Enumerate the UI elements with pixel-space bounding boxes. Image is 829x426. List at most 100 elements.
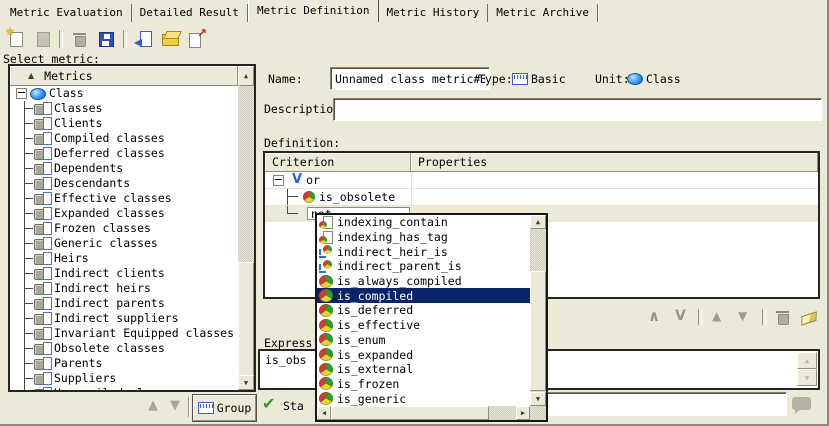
tree-item[interactable]: Indirect parents — [10, 296, 238, 311]
tree-item[interactable]: Obsolete classes — [10, 341, 238, 356]
tree-item[interactable]: Dependents — [10, 161, 238, 176]
dropdown-vertical-scrollbar[interactable]: ▲ ▼ — [530, 215, 546, 406]
dropdown-scrollbar-down-button[interactable]: ▼ — [530, 392, 546, 406]
import-metrics-button[interactable] — [132, 28, 156, 50]
or-criterion-button[interactable] — [670, 306, 692, 328]
dropdown-scrollbar-up-button[interactable]: ▲ — [530, 215, 546, 229]
duplicate-metric-button[interactable] — [30, 28, 54, 50]
tab-metric-history[interactable]: Metric History — [379, 4, 489, 22]
tree-scrollbar-down-button[interactable]: ▼ — [238, 375, 254, 390]
scroll-up-button[interactable]: ▲ — [797, 352, 817, 369]
status-ok-check-icon: ✔ — [262, 394, 275, 413]
tree-item-label: Frozen classes — [54, 221, 151, 236]
tree-item-label: Heirs — [54, 251, 89, 266]
toolbar-separator[interactable] — [59, 30, 63, 48]
tree-item[interactable]: Heirs — [10, 251, 238, 266]
criterion-column-header[interactable]: Criterion — [265, 153, 411, 172]
tree-item[interactable]: Descendants — [10, 176, 238, 191]
tree-item[interactable]: Compiled classes — [10, 131, 238, 146]
tree-item-label: Classes — [54, 101, 102, 116]
and-criterion-button[interactable] — [644, 306, 666, 328]
tab-metric-evaluation[interactable]: Metric Evaluation — [2, 4, 132, 22]
tree-item-label: Expanded classes — [54, 206, 165, 221]
tree-branch-line — [18, 266, 34, 281]
collapse-expander-icon[interactable] — [16, 88, 27, 99]
tree-item[interactable]: Classes — [10, 101, 238, 116]
criterion-option[interactable]: is_external — [317, 362, 530, 377]
tree-item[interactable]: Parents — [10, 356, 238, 371]
criterion-option[interactable]: is_always_compiled — [317, 274, 530, 289]
tree-item[interactable]: Invariant Equipped classes — [10, 326, 238, 341]
criterion-option[interactable]: is_compiled — [317, 288, 530, 303]
scroll-down-button[interactable]: ▼ — [797, 369, 817, 386]
erase-definition-button[interactable] — [798, 306, 820, 328]
open-metrics-file-button[interactable] — [158, 28, 182, 50]
delete-criterion-button[interactable] — [772, 306, 794, 328]
tree-item[interactable]: Expanded classes — [10, 206, 238, 221]
dropdown-scrollbar-left-button[interactable]: ◀ — [317, 406, 331, 420]
tab-metric-archive[interactable]: Metric Archive — [488, 4, 598, 22]
tree-item[interactable]: Effective classes — [10, 191, 238, 206]
export-metrics-button[interactable] — [184, 28, 208, 50]
criterion-option[interactable]: indirect_heir_is — [317, 244, 530, 259]
tree-item-class[interactable]: Class — [10, 86, 238, 101]
criterion-option-list: indexing_contain indexing_has_tag indire… — [317, 215, 530, 406]
criterion-option[interactable]: is_frozen — [317, 377, 530, 392]
metric-icon — [34, 267, 52, 280]
criterion-option[interactable]: is_expanded — [317, 347, 530, 362]
tab-metric-definition[interactable]: Metric Definition — [248, 0, 379, 22]
dropdown-scrollbar-thumb[interactable] — [530, 271, 546, 391]
criterion-row-or[interactable]: V or — [265, 172, 818, 189]
tree-item-label: Indirect heirs — [54, 281, 151, 296]
tree-item[interactable]: Indirect suppliers — [10, 311, 238, 326]
criterion-option[interactable]: is_deferred — [317, 303, 530, 318]
tree-branch-line — [18, 326, 34, 341]
tree-item[interactable]: Generic classes — [10, 236, 238, 251]
criterion-option[interactable]: indexing_has_tag — [317, 230, 530, 245]
tab-detailed-result[interactable]: Detailed Result — [132, 4, 248, 22]
description-input[interactable] — [333, 98, 822, 121]
metric-icon — [34, 252, 52, 265]
status-input[interactable] — [520, 392, 787, 416]
edit-toolbar-separator[interactable] — [762, 309, 766, 325]
metric-icon — [34, 387, 52, 390]
tree-item-label: Indirect clients — [54, 266, 165, 281]
criterion-option[interactable]: is_generic — [317, 391, 530, 406]
properties-column-header[interactable]: Properties — [411, 153, 818, 172]
move-metric-down-button[interactable]: ▼ — [167, 398, 183, 413]
group-button[interactable]: Group — [193, 395, 256, 421]
move-criterion-down-button[interactable] — [734, 306, 756, 328]
move-metric-up-button[interactable]: ▲ — [145, 398, 161, 413]
tree-item[interactable]: Uncompiled classes — [10, 386, 238, 390]
criterion-option[interactable]: indexing_contain — [317, 215, 530, 230]
tree-item[interactable]: Frozen classes — [10, 221, 238, 236]
dropdown-hscrollbar-thumb[interactable] — [331, 406, 489, 420]
tree-vertical-scrollbar[interactable]: ▼ — [238, 86, 254, 390]
tree-scrollbar-up-button[interactable]: ▲ — [238, 66, 254, 86]
tree-item-label: Descendants — [54, 176, 130, 191]
collapse-expander-icon[interactable] — [273, 175, 284, 186]
new-metric-button[interactable] — [4, 28, 28, 50]
tree-scrollbar-thumb[interactable] — [238, 262, 254, 376]
criterion-option[interactable]: is_enum — [317, 333, 530, 348]
criterion-option[interactable]: is_effective — [317, 318, 530, 333]
dropdown-scrollbar-right-button[interactable]: ▶ — [516, 406, 530, 420]
tree-branch-line — [18, 356, 34, 371]
toolbar-separator[interactable] — [123, 30, 127, 48]
delete-metric-button[interactable] — [68, 28, 92, 50]
move-criterion-up-button[interactable] — [708, 306, 730, 328]
reorder-arrows: ▲ ▼ — [145, 398, 183, 413]
tree-item[interactable]: Suppliers — [10, 371, 238, 386]
name-input[interactable] — [330, 67, 490, 90]
metrics-column-header[interactable]: ▲ Metrics — [10, 66, 238, 86]
edit-toolbar-separator[interactable] — [698, 309, 702, 325]
criterion-option[interactable]: indirect_parent_is — [317, 259, 530, 274]
tree-item[interactable]: Indirect clients — [10, 266, 238, 281]
save-metric-button[interactable] — [94, 28, 118, 50]
dropdown-horizontal-scrollbar[interactable]: ◀ ▶ — [317, 406, 530, 420]
tree-item[interactable]: Indirect heirs — [10, 281, 238, 296]
tree-item[interactable]: Clients — [10, 116, 238, 131]
tree-item[interactable]: Deferred classes — [10, 146, 238, 161]
criterion-row-is-obsolete[interactable]: is_obsolete — [265, 189, 818, 206]
criterion-option-label: indirect_parent_is — [337, 259, 462, 273]
